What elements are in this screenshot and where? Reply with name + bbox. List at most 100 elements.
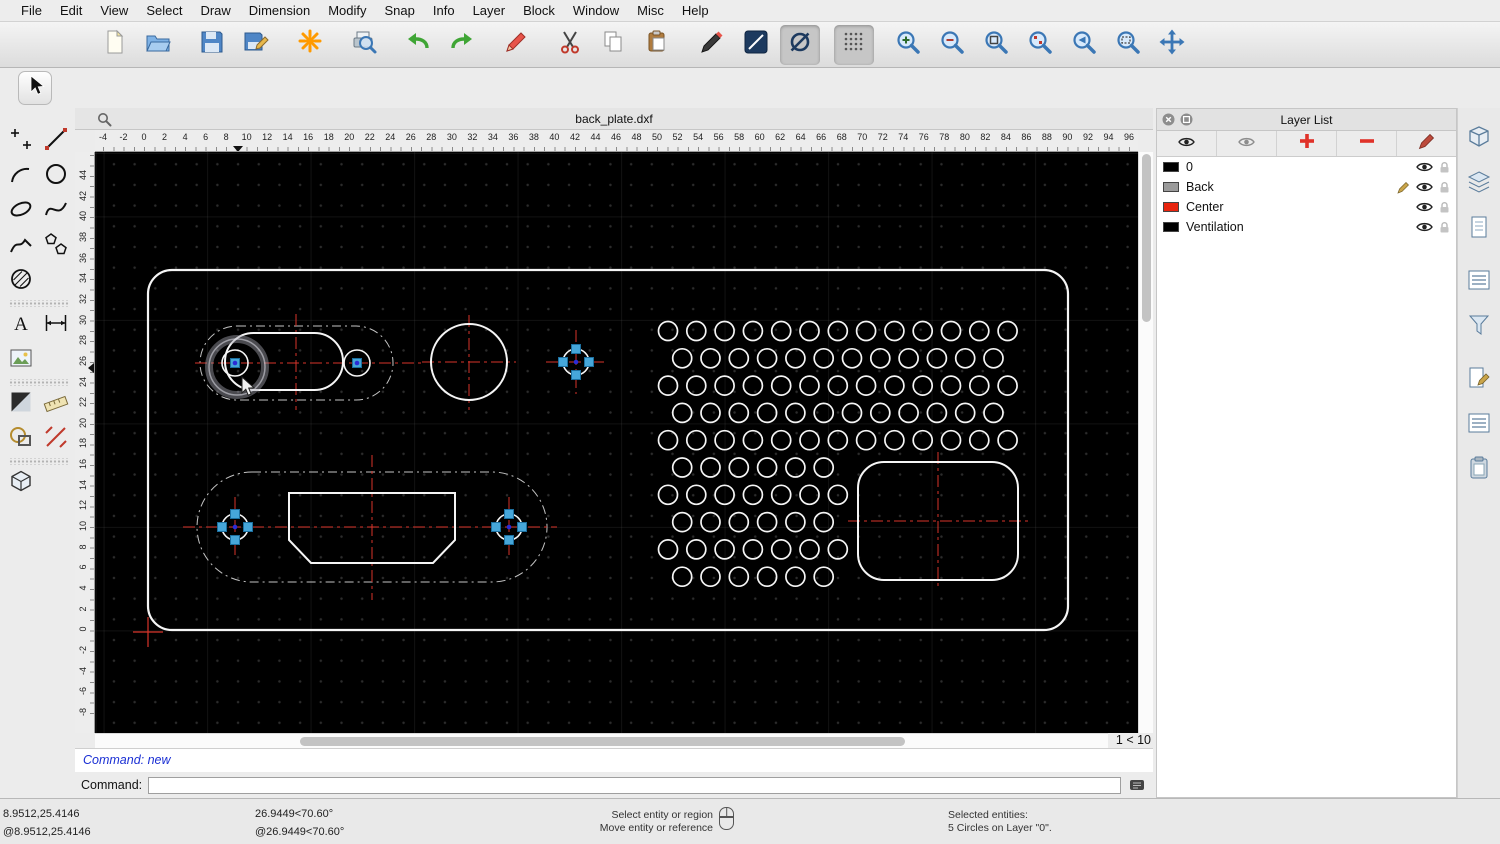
dock-edit-button[interactable] (1462, 363, 1496, 397)
panel-close-button[interactable] (1162, 113, 1175, 126)
ruler-h-label: 20 (344, 132, 355, 142)
scroll-corner (75, 733, 95, 748)
menu-window[interactable]: Window (564, 3, 628, 18)
layer-row-back[interactable]: Back (1157, 177, 1456, 197)
paste-button[interactable] (638, 25, 678, 65)
zoom-select-button[interactable] (1020, 25, 1060, 65)
open-file-icon (144, 28, 172, 61)
attr-pen-button[interactable] (692, 25, 732, 65)
layer-row-center[interactable]: Center (1157, 197, 1456, 217)
menu-draw[interactable]: Draw (191, 3, 239, 18)
zoom-in-button[interactable] (888, 25, 928, 65)
layer-visibility-icon[interactable] (1416, 181, 1433, 193)
dim-tool-button[interactable] (38, 308, 73, 343)
dock-layers-button[interactable] (1462, 167, 1496, 201)
arc-tool-button[interactable] (3, 159, 38, 194)
layer-visibility-icon[interactable] (1416, 161, 1433, 173)
horizontal-scrollbar-thumb[interactable] (300, 736, 905, 746)
ruler-h-label: 46 (610, 132, 621, 142)
layer-lock-icon[interactable] (1439, 161, 1450, 174)
menu-snap[interactable]: Snap (376, 3, 424, 18)
line-attr-button[interactable] (736, 25, 776, 65)
ellipse-tool-button[interactable] (3, 194, 38, 229)
delete-pen-button[interactable] (496, 25, 536, 65)
layer-lock-icon[interactable] (1439, 181, 1450, 194)
dock-commands-button[interactable] (1462, 408, 1496, 442)
command-input[interactable] (148, 776, 1121, 794)
dock-library-button[interactable] (1462, 265, 1496, 299)
ruler-h-label: 48 (631, 132, 642, 142)
vent-hole (685, 484, 707, 506)
copy-button[interactable] (594, 25, 634, 65)
cut-button[interactable] (550, 25, 590, 65)
save-button[interactable] (192, 25, 232, 65)
hide-all-layers-button[interactable] (1217, 131, 1277, 156)
zoom-auto-button[interactable] (976, 25, 1016, 65)
layer-row-0[interactable]: 0 (1157, 157, 1456, 177)
vent-hole (799, 539, 820, 560)
layer-visibility-icon[interactable] (1416, 201, 1433, 213)
menu-file[interactable]: File (12, 3, 51, 18)
pan-button[interactable] (1152, 25, 1192, 65)
zoom-prev-button[interactable] (1064, 25, 1104, 65)
save-as-button[interactable] (236, 25, 276, 65)
modify-tool-button[interactable] (3, 387, 38, 422)
dock-clipboard-button[interactable] (1462, 453, 1496, 487)
undo-button[interactable] (398, 25, 438, 65)
layer-lock-icon[interactable] (1439, 221, 1450, 234)
show-all-layers-button[interactable] (1157, 131, 1217, 156)
ruler-h-label: 2 (162, 132, 168, 142)
polyline-tool-button[interactable] (3, 229, 38, 264)
ruler-v-label: 44 (78, 170, 88, 181)
remove-layer-button[interactable] (1337, 131, 1397, 156)
print-preview-button[interactable] (344, 25, 384, 65)
open-file-button[interactable] (138, 25, 178, 65)
menu-help[interactable]: Help (673, 3, 718, 18)
layer-lock-icon[interactable] (1439, 201, 1450, 214)
menu-edit[interactable]: Edit (51, 3, 91, 18)
new-file-button[interactable] (94, 25, 134, 65)
select-tool-button[interactable] (18, 71, 52, 105)
menu-select[interactable]: Select (137, 3, 191, 18)
horizontal-scrollbar[interactable] (95, 733, 1108, 748)
measure-tool-button[interactable] (38, 422, 73, 457)
polygon-tool-button[interactable] (38, 229, 73, 264)
modify-layer-button[interactable] (1397, 131, 1456, 156)
menu-dimension[interactable]: Dimension (240, 3, 319, 18)
menu-modify[interactable]: Modify (319, 3, 375, 18)
command-options-button[interactable] (1127, 777, 1147, 793)
hatch-tool-button[interactable] (3, 264, 38, 299)
dock-filter-button[interactable] (1462, 310, 1496, 344)
zoom-window-button[interactable] (1108, 25, 1148, 65)
spline-tool-button[interactable] (38, 194, 73, 229)
points-button[interactable] (3, 124, 38, 159)
diameter-button[interactable] (780, 24, 820, 65)
vertical-scrollbar-thumb[interactable] (1141, 154, 1151, 322)
line-tool-button[interactable] (38, 124, 73, 159)
text-tool-button[interactable]: A (3, 308, 38, 343)
cube-tool-button[interactable] (3, 466, 38, 501)
image-tool-button[interactable] (3, 343, 38, 378)
panel-float-button[interactable] (1180, 113, 1193, 126)
redo-button[interactable] (442, 25, 482, 65)
ruler-tool-icon (43, 389, 69, 420)
menu-misc[interactable]: Misc (628, 3, 673, 18)
vertical-scrollbar[interactable] (1138, 152, 1153, 733)
menu-layer[interactable]: Layer (464, 3, 515, 18)
circle-tool-button[interactable] (38, 159, 73, 194)
svg-logo-button[interactable] (290, 25, 330, 65)
dock-blocks-button[interactable] (1462, 212, 1496, 246)
grid-dots-button[interactable] (834, 24, 874, 65)
dock-properties-button[interactable] (1462, 122, 1496, 156)
ruler-tool-button[interactable] (38, 387, 73, 422)
zoom-out-button[interactable] (932, 25, 972, 65)
menu-info[interactable]: Info (424, 3, 464, 18)
menu-view[interactable]: View (91, 3, 137, 18)
layer-row-ventilation[interactable]: Ventilation (1157, 217, 1456, 237)
add-layer-button[interactable] (1277, 131, 1337, 156)
layer-visibility-icon[interactable] (1416, 221, 1433, 233)
menu-block[interactable]: Block (514, 3, 564, 18)
ruler-h-label: 50 (652, 132, 663, 142)
block-tool-button[interactable] (3, 422, 38, 457)
cad-canvas[interactable] (95, 152, 1138, 733)
